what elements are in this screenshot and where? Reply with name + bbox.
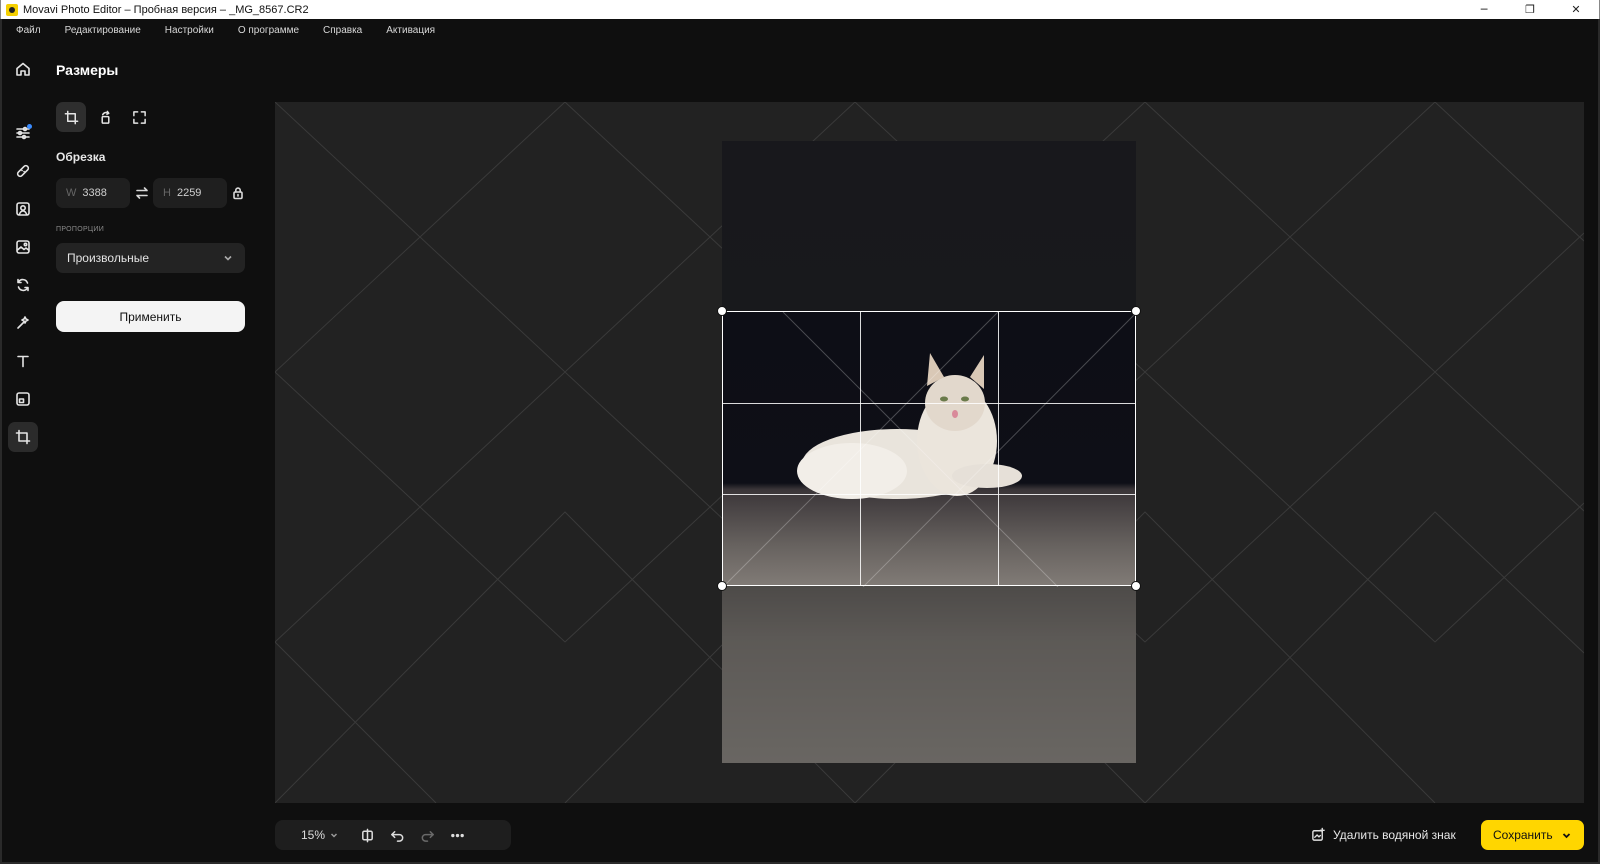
home-icon bbox=[16, 62, 30, 76]
panel-title: Размеры bbox=[56, 62, 119, 78]
apply-button[interactable]: Применить bbox=[56, 301, 245, 332]
menu-about[interactable]: О программе bbox=[238, 25, 299, 36]
home-button[interactable] bbox=[8, 54, 38, 84]
rotate-icon bbox=[17, 278, 29, 292]
tab-resize[interactable] bbox=[124, 102, 154, 132]
swap-arrows-icon bbox=[136, 187, 148, 199]
image-replace-icon bbox=[16, 240, 30, 254]
window-title: Movavi Photo Editor – Пробная версия – _… bbox=[23, 3, 309, 16]
crop-grid-line-h2 bbox=[723, 494, 1135, 495]
crop-section-label: Обрезка bbox=[56, 150, 106, 164]
expand-icon bbox=[132, 110, 146, 124]
crop-grid-line-h1 bbox=[723, 403, 1135, 404]
save-button[interactable]: Сохранить bbox=[1481, 820, 1584, 850]
editor-canvas[interactable] bbox=[275, 102, 1584, 803]
lock-icon bbox=[233, 187, 243, 200]
lock-aspect-button[interactable] bbox=[231, 186, 245, 200]
proportions-value: Произвольные bbox=[67, 251, 150, 265]
undo-icon bbox=[390, 830, 403, 842]
width-value: 3388 bbox=[82, 187, 107, 199]
height-value: 2259 bbox=[176, 187, 202, 199]
redo-button[interactable] bbox=[412, 820, 442, 850]
width-field[interactable]: W 3388 bbox=[56, 178, 130, 208]
title-bar: Movavi Photo Editor – Пробная версия – _… bbox=[0, 0, 1600, 19]
height-field[interactable]: H 2259 bbox=[153, 178, 227, 208]
restore-button[interactable]: ❐ bbox=[1507, 0, 1553, 19]
window-controls: ─ ❐ ✕ bbox=[1461, 0, 1599, 19]
zoom-value: 15% bbox=[301, 828, 326, 842]
minimize-button[interactable]: ─ bbox=[1461, 0, 1507, 19]
menu-help[interactable]: Справка bbox=[323, 25, 362, 36]
menu-edit[interactable]: Редактирование bbox=[65, 25, 141, 36]
more-horizontal-icon bbox=[450, 833, 464, 837]
effects-tool-button[interactable] bbox=[8, 308, 38, 338]
portrait-icon bbox=[16, 202, 30, 216]
compare-button[interactable] bbox=[352, 820, 382, 850]
crop-mask-bottom bbox=[722, 586, 1136, 763]
save-label: Сохранить bbox=[1493, 828, 1553, 842]
app-logo-icon bbox=[6, 3, 18, 16]
proportions-label: ПРОПОРЦИИ bbox=[56, 226, 105, 233]
crop-handle-top-left[interactable] bbox=[717, 306, 727, 316]
menu-settings[interactable]: Настройки bbox=[165, 25, 214, 36]
chevron-down-icon bbox=[331, 833, 338, 838]
rotate-flip-icon bbox=[100, 110, 110, 124]
text-icon bbox=[17, 355, 29, 368]
redo-icon bbox=[421, 830, 434, 842]
bottom-toolbar: 15% bbox=[275, 820, 511, 850]
chevron-down-icon bbox=[1562, 833, 1571, 839]
crop-diagonals bbox=[723, 312, 1137, 587]
crop-grid-line-v1 bbox=[860, 312, 861, 585]
proportions-select[interactable]: Произвольные bbox=[56, 243, 245, 273]
tool-sidebar bbox=[8, 54, 40, 460]
crop-mode-tabs bbox=[56, 102, 158, 132]
crop-handle-bottom-right[interactable] bbox=[1131, 581, 1141, 591]
crop-icon bbox=[15, 429, 31, 445]
frame-tool-button[interactable] bbox=[8, 384, 38, 414]
crop-grid-line-v2 bbox=[998, 312, 999, 585]
more-options-button[interactable] bbox=[442, 820, 472, 850]
retouch-tool-button[interactable] bbox=[8, 156, 38, 186]
close-button[interactable]: ✕ bbox=[1553, 0, 1599, 19]
window-border-left bbox=[0, 19, 2, 864]
retouch-bandage-icon bbox=[16, 164, 30, 178]
portrait-tool-button[interactable] bbox=[8, 194, 38, 224]
crop-frame[interactable] bbox=[717, 306, 1141, 591]
tab-rotate[interactable] bbox=[90, 102, 120, 132]
adjust-tool-button[interactable] bbox=[8, 118, 38, 148]
frame-icon bbox=[16, 392, 30, 406]
crop-handle-top-right[interactable] bbox=[1131, 306, 1141, 316]
chevron-down-icon bbox=[223, 252, 233, 262]
tab-crop[interactable] bbox=[56, 102, 86, 132]
remove-watermark-label: Удалить водяной знак bbox=[1333, 827, 1456, 842]
menu-bar: Файл Редактирование Настройки О программ… bbox=[0, 19, 1600, 41]
undo-button[interactable] bbox=[382, 820, 412, 850]
background-tool-button[interactable] bbox=[8, 232, 38, 262]
watermark-remove-icon bbox=[1312, 827, 1325, 841]
menu-activation[interactable]: Активация bbox=[386, 25, 435, 36]
menu-file[interactable]: Файл bbox=[16, 25, 41, 36]
width-prefix: W bbox=[66, 187, 77, 199]
crop-mask-top bbox=[722, 141, 1136, 311]
remove-watermark-button[interactable]: Удалить водяной знак bbox=[1311, 827, 1456, 842]
notification-dot bbox=[27, 124, 32, 129]
text-tool-button[interactable] bbox=[8, 346, 38, 376]
compare-icon bbox=[361, 828, 373, 842]
magic-wand-icon bbox=[17, 316, 29, 329]
swap-dimensions-button[interactable] bbox=[135, 186, 149, 200]
rotate-tool-button[interactable] bbox=[8, 270, 38, 300]
crop-icon bbox=[64, 110, 78, 124]
crop-handle-bottom-left[interactable] bbox=[717, 581, 727, 591]
zoom-select[interactable]: 15% bbox=[301, 828, 338, 842]
crop-tool-button[interactable] bbox=[8, 422, 38, 452]
height-prefix: H bbox=[163, 187, 171, 199]
